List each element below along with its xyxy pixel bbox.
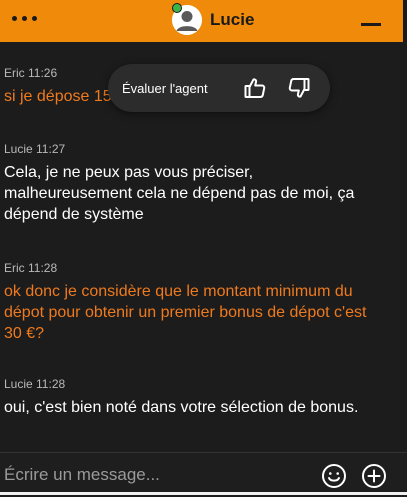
add-circle-icon[interactable] — [361, 463, 387, 489]
message-item: Lucie 11:27 Cela, je ne peux pas vous pr… — [4, 142, 384, 225]
online-status-indicator — [172, 3, 182, 13]
message-text: oui, c'est bien noté dans votre sélectio… — [4, 399, 359, 416]
emoji-icon[interactable] — [321, 463, 347, 489]
message-text: ok donc je considère que le montant mini… — [4, 283, 367, 342]
agent-info: Lucie — [172, 4, 254, 36]
message-meta: Lucie 11:27 — [4, 142, 66, 156]
chat-window: Lucie Eric 11:26 si je dépose 15 € Lucie… — [0, 0, 407, 497]
message-input[interactable] — [0, 453, 306, 497]
rate-agent-label: Évaluer l'agent — [122, 80, 208, 96]
thumbs-up-icon[interactable] — [242, 75, 268, 101]
message-item: Lucie 11:28 oui, c'est bien noté dans vo… — [4, 377, 384, 418]
thumbs-down-icon[interactable] — [286, 75, 312, 101]
minimize-icon[interactable] — [360, 12, 382, 30]
chat-header: Lucie — [0, 0, 407, 42]
message-meta: Eric 11:28 — [4, 261, 58, 275]
header-edge — [403, 0, 407, 42]
message-text: Cela, je ne peux pas vous préciser, malh… — [4, 164, 355, 223]
composer — [0, 452, 407, 497]
message-item: Eric 11:28 ok donc je considère que le m… — [4, 261, 384, 344]
rate-agent-popup: Évaluer l'agent — [108, 64, 330, 112]
agent-name: Lucie — [210, 10, 255, 29]
message-meta: Lucie 11:28 — [4, 377, 66, 391]
more-dots-icon[interactable] — [12, 10, 42, 26]
